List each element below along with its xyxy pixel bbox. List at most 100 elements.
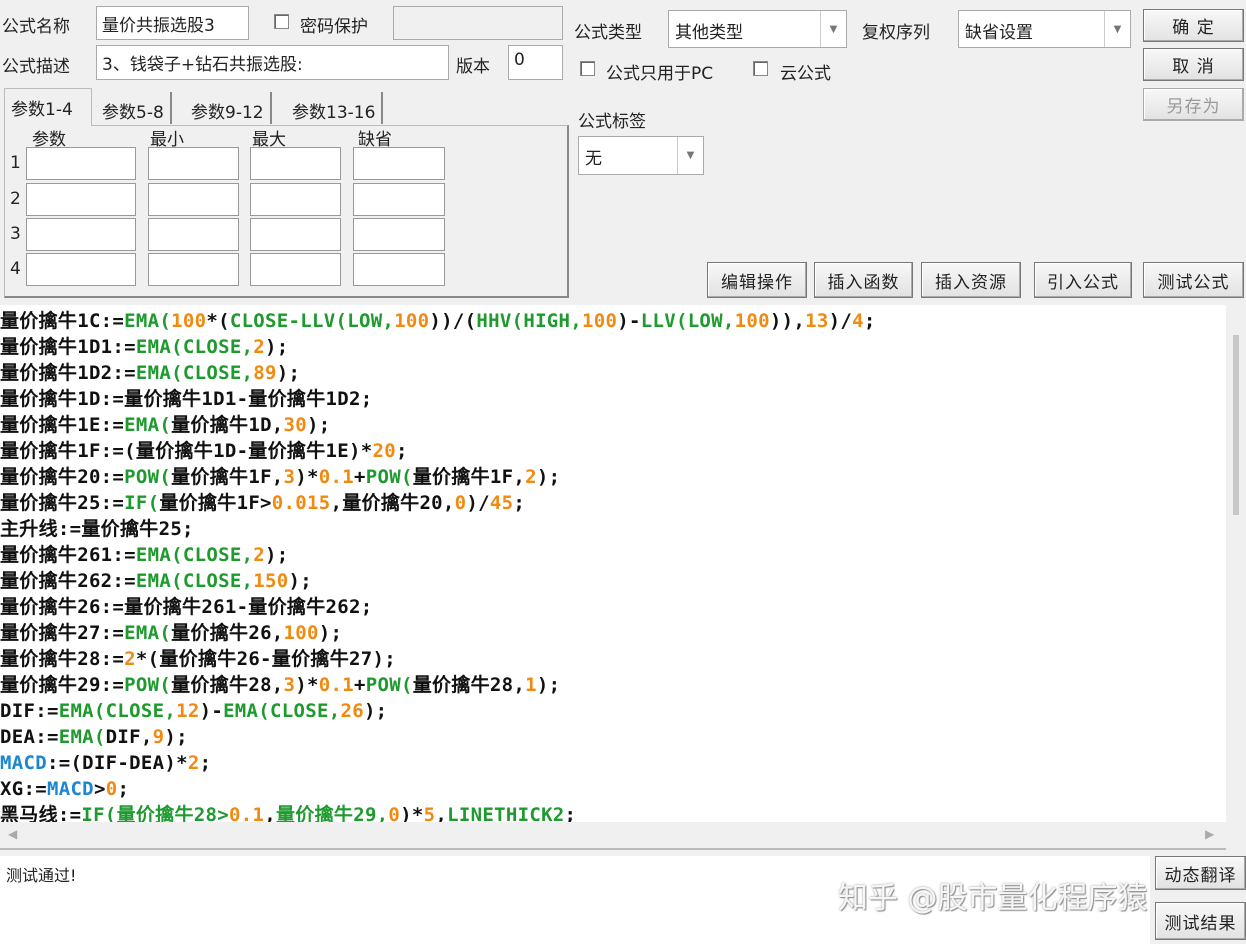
code-number: 0.1 xyxy=(229,804,265,822)
code-text: + xyxy=(354,466,366,488)
param-最大-input[interactable] xyxy=(250,147,341,180)
param-最大-input[interactable] xyxy=(250,218,341,251)
param-参数-input[interactable] xyxy=(26,147,136,180)
code-text: DIF:= xyxy=(0,700,59,722)
horizontal-scrollbar[interactable]: ◀ ▶ xyxy=(0,822,1226,850)
code-function: EMA(CLOSE, xyxy=(135,570,254,592)
param-参数-input[interactable] xyxy=(26,218,136,251)
code-text: 量价擒牛1D, xyxy=(171,414,284,436)
param-最小-input[interactable] xyxy=(148,147,239,180)
code-number: 2 xyxy=(253,336,266,358)
code-text: 量价擒牛262:= xyxy=(0,570,136,592)
scrollbar-thumb[interactable] xyxy=(1233,335,1239,515)
param-row-number: 3 xyxy=(10,224,21,244)
param-最小-input[interactable] xyxy=(148,218,239,251)
code-number: 5 xyxy=(423,804,436,822)
code-number: 0.1 xyxy=(318,466,354,488)
formula-desc-input[interactable]: 3、钱袋子+钻石共振选股: xyxy=(96,45,449,80)
adjust-select[interactable]: 缺省设置 ▼ xyxy=(958,10,1131,48)
chevron-down-icon[interactable]: ▼ xyxy=(1104,11,1130,47)
code-text: + xyxy=(354,674,366,696)
param-最大-input[interactable] xyxy=(250,183,341,216)
code-line: 量价擒牛261:=EMA(CLOSE,2); xyxy=(0,542,1226,568)
insert-function-button[interactable]: 插入函数 xyxy=(814,262,913,298)
code-function: CLOSE-LLV(LOW, xyxy=(229,310,395,332)
param-最小-input[interactable] xyxy=(148,253,239,286)
tab-params-13-16[interactable]: 参数13-16 xyxy=(286,92,384,124)
code-number: 100 xyxy=(394,310,430,332)
code-line: 量价擒牛29:=POW(量价擒牛28,3)*0.1+POW(量价擒牛28,1); xyxy=(0,672,1226,698)
save-as-button[interactable]: 另存为 xyxy=(1143,88,1244,121)
code-number: 89 xyxy=(253,362,277,384)
code-text: 量价擒牛28, xyxy=(412,674,526,696)
cloud-checkbox[interactable] xyxy=(753,61,768,76)
code-text: ); xyxy=(536,674,561,696)
ok-button[interactable]: 确 定 xyxy=(1143,9,1244,42)
code-text: )* xyxy=(295,674,319,696)
code-text: XG:= xyxy=(0,778,47,800)
tab-params-5-8[interactable]: 参数5-8 xyxy=(96,92,172,124)
chevron-down-icon[interactable]: ▼ xyxy=(820,11,846,47)
cancel-button[interactable]: 取 消 xyxy=(1143,48,1244,81)
dynamic-translate-button[interactable]: 动态翻译 xyxy=(1155,856,1246,890)
pc-only-checkbox[interactable] xyxy=(580,61,595,76)
code-text: ); xyxy=(288,570,312,592)
param-缺省-input[interactable] xyxy=(353,147,445,180)
code-function: EMA( xyxy=(124,310,172,332)
formula-name-input[interactable]: 量价共振选股3 xyxy=(96,6,249,40)
code-line: MACD:=(DIF-DEA)*2; xyxy=(0,750,1226,776)
code-text: )* xyxy=(400,804,424,822)
code-text: )* xyxy=(295,466,319,488)
code-number: 12 xyxy=(176,700,200,722)
import-formula-button[interactable]: 引入公式 xyxy=(1034,262,1132,298)
version-input[interactable]: 0 xyxy=(508,45,563,80)
code-function: IF( xyxy=(124,492,160,514)
code-text: 黑马线:= xyxy=(0,804,82,822)
test-result-button[interactable]: 测试结果 xyxy=(1155,902,1246,940)
password-input[interactable] xyxy=(393,6,563,40)
version-label: 版本 xyxy=(456,57,490,77)
insert-resource-button[interactable]: 插入资源 xyxy=(921,262,1021,298)
param-缺省-input[interactable] xyxy=(353,183,445,216)
formula-desc-label: 公式描述 xyxy=(2,57,70,77)
code-line: 量价擒牛26:=量价擒牛261-量价擒牛262; xyxy=(0,594,1226,620)
param-缺省-input[interactable] xyxy=(353,253,445,286)
scroll-right-icon[interactable]: ▶ xyxy=(1205,827,1214,841)
tab-params-9-12[interactable]: 参数9-12 xyxy=(185,92,272,124)
code-text: 量价擒牛1D:=量价擒牛1D1-量价擒牛1D2; xyxy=(0,388,373,410)
code-text: 量价擒牛26, xyxy=(171,622,284,644)
formula-type-select[interactable]: 其他类型 ▼ xyxy=(668,10,847,48)
code-text: ); xyxy=(318,622,343,644)
code-function: POW( xyxy=(365,466,413,488)
params-panel: 参数 最小 最大 缺省 1234 xyxy=(4,125,569,298)
code-text: ); xyxy=(363,700,388,722)
code-text: ); xyxy=(164,726,188,748)
param-参数-input[interactable] xyxy=(26,253,136,286)
code-function: EMA(CLOSE, xyxy=(135,336,254,358)
edit-ops-button[interactable]: 编辑操作 xyxy=(707,262,807,298)
scroll-left-icon[interactable]: ◀ xyxy=(8,827,17,841)
code-number: 0 xyxy=(454,492,467,514)
formula-type-value: 其他类型 xyxy=(675,23,743,43)
param-缺省-input[interactable] xyxy=(353,218,445,251)
param-最小-input[interactable] xyxy=(148,183,239,216)
code-editor[interactable]: 量价擒牛1C:=EMA(100*(CLOSE-LLV(LOW,100))/(HH… xyxy=(0,305,1226,822)
code-number: 2 xyxy=(525,466,537,488)
code-text: ; xyxy=(863,310,876,332)
param-最大-input[interactable] xyxy=(250,253,341,286)
chevron-down-icon[interactable]: ▼ xyxy=(677,137,703,174)
test-formula-button[interactable]: 测试公式 xyxy=(1143,262,1244,298)
code-number: 3 xyxy=(283,466,296,488)
tab-params-1-4[interactable]: 参数1-4 xyxy=(4,88,92,126)
vertical-scrollbar[interactable] xyxy=(1226,305,1246,822)
code-function: POW( xyxy=(124,466,172,488)
code-number: 100 xyxy=(734,310,770,332)
tag-select[interactable]: 无 ▼ xyxy=(578,136,704,175)
password-checkbox[interactable] xyxy=(274,14,289,29)
code-function: LLV(LOW, xyxy=(640,310,735,332)
code-function: POW( xyxy=(365,674,413,696)
cloud-label: 云公式 xyxy=(780,64,831,84)
param-参数-input[interactable] xyxy=(26,183,136,216)
code-text: ; xyxy=(199,752,212,774)
code-function: EMA( xyxy=(58,726,106,748)
